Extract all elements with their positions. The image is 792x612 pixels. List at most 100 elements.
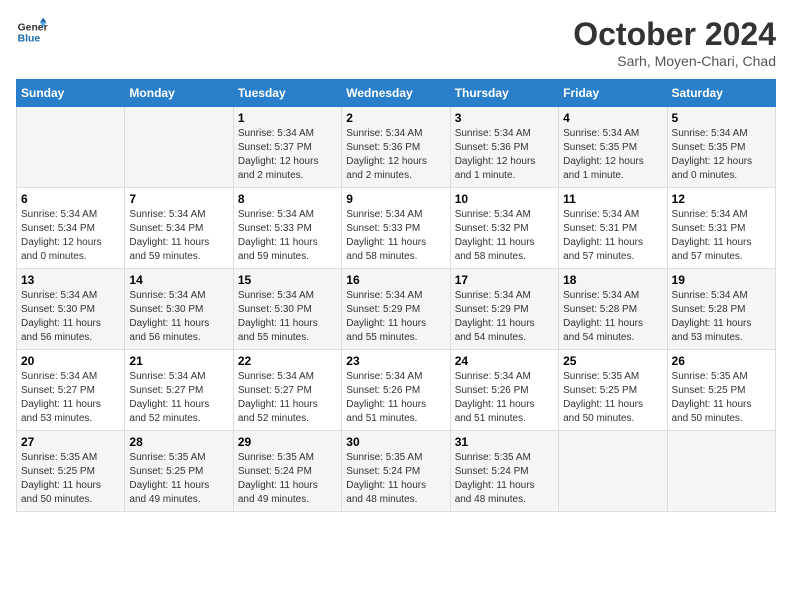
day-info: Sunrise: 5:35 AM Sunset: 5:25 PM Dayligh… [21, 451, 120, 507]
day-number: 9 [346, 192, 445, 206]
day-cell: 28 Sunrise: 5:35 AM Sunset: 5:25 PM Dayli… [125, 431, 233, 512]
day-number: 17 [455, 273, 554, 287]
header-monday: Monday [125, 80, 233, 107]
calendar-header: SundayMondayTuesdayWednesdayThursdayFrid… [17, 80, 776, 107]
logo: General Blue [16, 16, 48, 48]
day-info: Sunrise: 5:35 AM Sunset: 5:24 PM Dayligh… [238, 451, 337, 507]
day-cell: 9 Sunrise: 5:34 AM Sunset: 5:33 PM Daylig… [342, 188, 450, 269]
day-number: 6 [21, 192, 120, 206]
day-cell: 26 Sunrise: 5:35 AM Sunset: 5:25 PM Dayli… [667, 350, 775, 431]
day-number: 12 [672, 192, 771, 206]
day-cell: 27Sunrise: 5:35 AM Sunset: 5:25 PM Dayli… [17, 431, 125, 512]
day-number: 26 [672, 354, 771, 368]
day-info: Sunrise: 5:34 AM Sunset: 5:36 PM Dayligh… [455, 127, 554, 183]
day-number: 16 [346, 273, 445, 287]
title-block: October 2024 Sarh, Moyen-Chari, Chad [573, 16, 776, 69]
header-saturday: Saturday [667, 80, 775, 107]
day-info: Sunrise: 5:34 AM Sunset: 5:33 PM Dayligh… [346, 208, 445, 264]
day-cell: 12 Sunrise: 5:34 AM Sunset: 5:31 PM Dayli… [667, 188, 775, 269]
day-cell: 23Sunrise: 5:34 AM Sunset: 5:26 PM Dayli… [342, 350, 450, 431]
day-cell: 3 Sunrise: 5:34 AM Sunset: 5:36 PM Daylig… [450, 107, 558, 188]
calendar-table: SundayMondayTuesdayWednesdayThursdayFrid… [16, 79, 776, 512]
day-cell: 2Sunrise: 5:34 AM Sunset: 5:36 PM Daylig… [342, 107, 450, 188]
day-cell: 22 Sunrise: 5:34 AM Sunset: 5:27 PM Dayli… [233, 350, 341, 431]
day-number: 21 [129, 354, 228, 368]
day-info: Sunrise: 5:34 AM Sunset: 5:34 PM Dayligh… [21, 208, 120, 264]
day-info: Sunrise: 5:34 AM Sunset: 5:28 PM Dayligh… [672, 289, 771, 345]
location: Sarh, Moyen-Chari, Chad [573, 53, 776, 69]
day-cell: 5Sunrise: 5:34 AM Sunset: 5:35 PM Daylig… [667, 107, 775, 188]
day-info: Sunrise: 5:34 AM Sunset: 5:27 PM Dayligh… [21, 370, 120, 426]
day-cell: 13 Sunrise: 5:34 AM Sunset: 5:30 PM Dayli… [17, 269, 125, 350]
day-cell [17, 107, 125, 188]
day-number: 28 [129, 435, 228, 449]
day-cell [667, 431, 775, 512]
day-info: Sunrise: 5:34 AM Sunset: 5:32 PM Dayligh… [455, 208, 554, 264]
day-cell: 14 Sunrise: 5:34 AM Sunset: 5:30 PM Dayli… [125, 269, 233, 350]
day-number: 13 [21, 273, 120, 287]
day-info: Sunrise: 5:34 AM Sunset: 5:26 PM Dayligh… [455, 370, 554, 426]
day-number: 8 [238, 192, 337, 206]
day-info: Sunrise: 5:34 AM Sunset: 5:35 PM Dayligh… [672, 127, 771, 183]
day-cell: 15Sunrise: 5:34 AM Sunset: 5:30 PM Dayli… [233, 269, 341, 350]
header-friday: Friday [559, 80, 667, 107]
day-info: Sunrise: 5:35 AM Sunset: 5:24 PM Dayligh… [455, 451, 554, 507]
header-tuesday: Tuesday [233, 80, 341, 107]
day-cell: 21 Sunrise: 5:34 AM Sunset: 5:27 PM Dayli… [125, 350, 233, 431]
day-number: 18 [563, 273, 662, 287]
day-info: Sunrise: 5:35 AM Sunset: 5:25 PM Dayligh… [129, 451, 228, 507]
week-row-5: 27Sunrise: 5:35 AM Sunset: 5:25 PM Dayli… [17, 431, 776, 512]
day-cell: 16 Sunrise: 5:34 AM Sunset: 5:29 PM Dayli… [342, 269, 450, 350]
week-row-1: 1Sunrise: 5:34 AM Sunset: 5:37 PM Daylig… [17, 107, 776, 188]
day-info: Sunrise: 5:35 AM Sunset: 5:25 PM Dayligh… [672, 370, 771, 426]
header-wednesday: Wednesday [342, 80, 450, 107]
day-info: Sunrise: 5:34 AM Sunset: 5:27 PM Dayligh… [238, 370, 337, 426]
day-number: 19 [672, 273, 771, 287]
week-row-4: 20 Sunrise: 5:34 AM Sunset: 5:27 PM Dayli… [17, 350, 776, 431]
day-info: Sunrise: 5:34 AM Sunset: 5:35 PM Dayligh… [563, 127, 662, 183]
day-number: 20 [21, 354, 120, 368]
day-info: Sunrise: 5:34 AM Sunset: 5:31 PM Dayligh… [672, 208, 771, 264]
day-info: Sunrise: 5:34 AM Sunset: 5:30 PM Dayligh… [21, 289, 120, 345]
day-info: Sunrise: 5:34 AM Sunset: 5:29 PM Dayligh… [346, 289, 445, 345]
week-row-3: 13 Sunrise: 5:34 AM Sunset: 5:30 PM Dayli… [17, 269, 776, 350]
day-number: 11 [563, 192, 662, 206]
day-info: Sunrise: 5:34 AM Sunset: 5:27 PM Dayligh… [129, 370, 228, 426]
day-number: 24 [455, 354, 554, 368]
day-info: Sunrise: 5:34 AM Sunset: 5:31 PM Dayligh… [563, 208, 662, 264]
day-cell: 19 Sunrise: 5:34 AM Sunset: 5:28 PM Dayli… [667, 269, 775, 350]
svg-text:Blue: Blue [18, 34, 41, 45]
day-cell: 20 Sunrise: 5:34 AM Sunset: 5:27 PM Dayli… [17, 350, 125, 431]
day-cell [125, 107, 233, 188]
day-cell: 8 Sunrise: 5:34 AM Sunset: 5:33 PM Daylig… [233, 188, 341, 269]
day-info: Sunrise: 5:34 AM Sunset: 5:30 PM Dayligh… [129, 289, 228, 345]
day-cell: 18Sunrise: 5:34 AM Sunset: 5:28 PM Dayli… [559, 269, 667, 350]
day-number: 14 [129, 273, 228, 287]
month-title: October 2024 [573, 16, 776, 53]
day-info: Sunrise: 5:34 AM Sunset: 5:37 PM Dayligh… [238, 127, 337, 183]
day-cell: 1Sunrise: 5:34 AM Sunset: 5:37 PM Daylig… [233, 107, 341, 188]
day-cell: 31Sunrise: 5:35 AM Sunset: 5:24 PM Dayli… [450, 431, 558, 512]
day-cell: 25Sunrise: 5:35 AM Sunset: 5:25 PM Dayli… [559, 350, 667, 431]
day-number: 23 [346, 354, 445, 368]
day-cell [559, 431, 667, 512]
day-number: 29 [238, 435, 337, 449]
week-row-2: 6 Sunrise: 5:34 AM Sunset: 5:34 PM Daylig… [17, 188, 776, 269]
day-cell: 11 Sunrise: 5:34 AM Sunset: 5:31 PM Dayli… [559, 188, 667, 269]
day-info: Sunrise: 5:34 AM Sunset: 5:34 PM Dayligh… [129, 208, 228, 264]
day-cell: 10Sunrise: 5:34 AM Sunset: 5:32 PM Dayli… [450, 188, 558, 269]
day-info: Sunrise: 5:34 AM Sunset: 5:33 PM Dayligh… [238, 208, 337, 264]
day-info: Sunrise: 5:34 AM Sunset: 5:36 PM Dayligh… [346, 127, 445, 183]
day-cell: 6 Sunrise: 5:34 AM Sunset: 5:34 PM Daylig… [17, 188, 125, 269]
day-number: 3 [455, 111, 554, 125]
day-number: 15 [238, 273, 337, 287]
day-info: Sunrise: 5:34 AM Sunset: 5:29 PM Dayligh… [455, 289, 554, 345]
day-number: 4 [563, 111, 662, 125]
calendar-body: 1Sunrise: 5:34 AM Sunset: 5:37 PM Daylig… [17, 107, 776, 512]
header-row: SundayMondayTuesdayWednesdayThursdayFrid… [17, 80, 776, 107]
day-number: 7 [129, 192, 228, 206]
day-cell: 30Sunrise: 5:35 AM Sunset: 5:24 PM Dayli… [342, 431, 450, 512]
logo-icon: General Blue [16, 16, 48, 48]
day-number: 22 [238, 354, 337, 368]
header-sunday: Sunday [17, 80, 125, 107]
